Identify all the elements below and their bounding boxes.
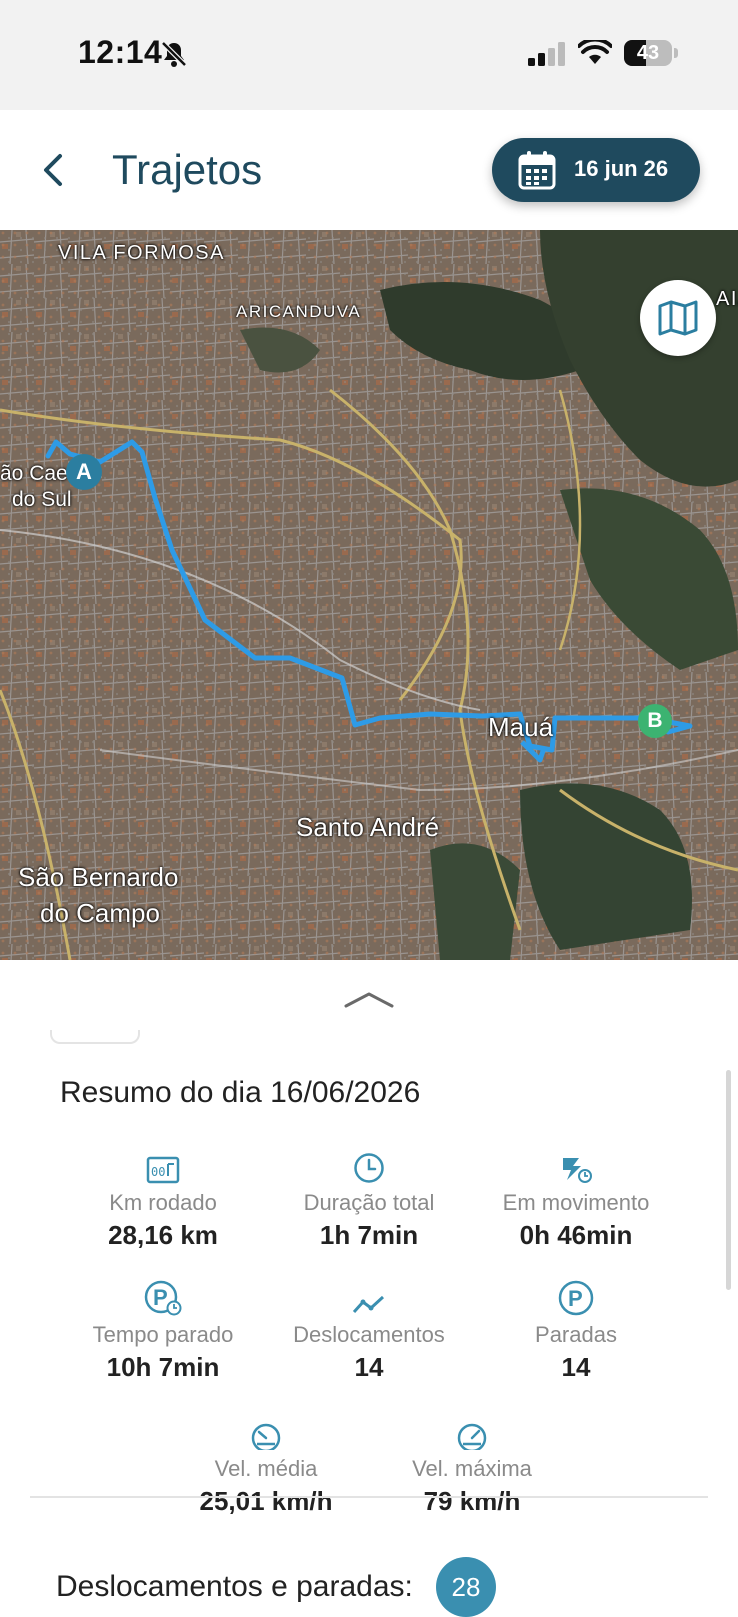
- stat-label: Deslocamentos: [293, 1322, 445, 1347]
- status-time: 12:14: [78, 34, 163, 70]
- speedometer-max-icon: [457, 1423, 487, 1450]
- map-type-button[interactable]: [640, 280, 716, 356]
- map-label: do Campo: [40, 898, 160, 928]
- chevron-up-icon[interactable]: [344, 990, 394, 1010]
- stat-value: 10h 7min: [106, 1352, 220, 1382]
- stat-deslocamentos: Deslocamentos 14: [259, 1282, 479, 1383]
- map-label: VILA FORMOSA: [58, 242, 225, 264]
- stat-km-rodado: 00 Km rodado 28,16 km: [53, 1150, 273, 1251]
- map-icon: [658, 300, 698, 336]
- trend-line-icon: [352, 1295, 385, 1314]
- map-label: ARICANDUVA: [236, 302, 362, 321]
- map-label: AIA: [716, 288, 738, 310]
- trips-heading: Deslocamentos e paradas:: [56, 1570, 413, 1603]
- bell-muted-icon: [161, 41, 187, 67]
- summary-sheet: Resumo do dia 16/06/2026 00 Km rodado 28…: [0, 960, 738, 1600]
- stat-label: Duração total: [303, 1190, 435, 1215]
- divider: [30, 1496, 708, 1498]
- start-marker[interactable]: A: [66, 454, 102, 490]
- stat-value: 14: [561, 1352, 591, 1382]
- status-bar: 12:14 43: [0, 0, 738, 110]
- sheet-tab-edge: [50, 1030, 140, 1044]
- route-map[interactable]: VILA FORMOSA ARICANDUVA ão Caet do Sul M…: [0, 230, 738, 960]
- clock-icon: [354, 1153, 384, 1183]
- stat-label: Km rodado: [109, 1190, 217, 1215]
- trips-count-badge: 28: [436, 1557, 496, 1617]
- parking-icon: P: [558, 1280, 594, 1316]
- date-button-label: 16 jun 26: [574, 156, 669, 181]
- map-label: Santo André: [296, 812, 440, 842]
- svg-text:P: P: [568, 1286, 583, 1311]
- stat-value: 25,01 km/h: [199, 1486, 333, 1516]
- stat-value: 79 km/h: [423, 1486, 521, 1516]
- app-header: Trajetos 16 jun 26: [0, 110, 738, 230]
- svg-text:P: P: [153, 1285, 168, 1310]
- stat-label: Vel. máxima: [412, 1456, 532, 1481]
- map-label: do Sul: [12, 488, 72, 511]
- scrollbar[interactable]: [726, 1070, 731, 1290]
- stat-value: 28,16 km: [108, 1220, 218, 1250]
- speedometer-icon: [251, 1423, 281, 1450]
- svg-text:00: 00: [151, 1165, 165, 1179]
- stat-em-movimento: Em movimento 0h 46min: [466, 1150, 686, 1251]
- summary-title: Resumo do dia 16/06/2026: [60, 1076, 421, 1109]
- battery-icon: 43: [624, 40, 672, 66]
- stat-vel-maxima: Vel. máxima 79 km/h: [362, 1416, 582, 1517]
- map-imagery: [0, 230, 738, 960]
- date-picker-button[interactable]: 16 jun 26: [492, 138, 700, 202]
- odometer-icon: 00: [146, 1156, 180, 1184]
- back-arrow-icon[interactable]: [34, 150, 74, 190]
- page-title: Trajetos: [112, 146, 263, 193]
- wifi-icon: [578, 40, 612, 64]
- parking-clock-icon: P: [144, 1280, 182, 1316]
- stat-tempo-parado: P Tempo parado 10h 7min: [53, 1280, 273, 1383]
- stat-duracao-total: Duração total 1h 7min: [259, 1150, 479, 1251]
- end-marker-label: B: [647, 709, 663, 732]
- start-marker-label: A: [76, 459, 92, 484]
- stat-label: Vel. média: [214, 1456, 318, 1481]
- stat-value: 14: [354, 1352, 384, 1382]
- calendar-icon: [518, 151, 556, 190]
- stat-label: Tempo parado: [92, 1322, 234, 1347]
- stat-value: 1h 7min: [319, 1220, 419, 1250]
- end-marker[interactable]: B: [638, 704, 672, 738]
- map-label: São Bernardo: [18, 862, 179, 892]
- stat-paradas: P Paradas 14: [466, 1280, 686, 1383]
- stat-vel-media: Vel. média 25,01 km/h: [156, 1416, 376, 1517]
- map-label: ão Caet: [0, 462, 74, 485]
- map-label: Mauá: [488, 712, 554, 742]
- stat-label: Em movimento: [502, 1190, 650, 1215]
- cell-signal-icon: [528, 42, 565, 66]
- stat-value: 0h 46min: [519, 1220, 633, 1250]
- stat-label: Paradas: [535, 1322, 617, 1347]
- moving-icon: [563, 1158, 592, 1183]
- battery-level: 43: [636, 42, 660, 64]
